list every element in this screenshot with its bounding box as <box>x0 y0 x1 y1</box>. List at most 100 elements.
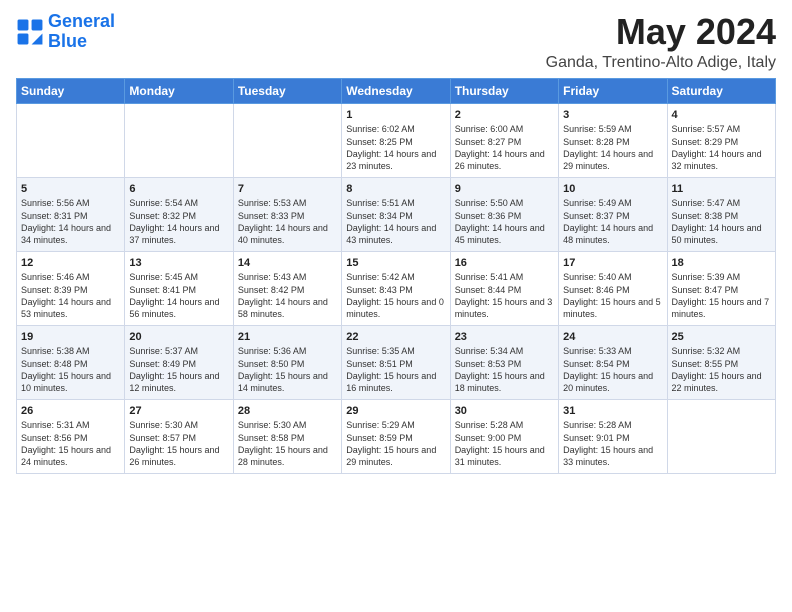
cell-w1-d5: 2Sunrise: 6:00 AM Sunset: 8:27 PM Daylig… <box>450 103 558 177</box>
day-number: 11 <box>672 182 771 197</box>
day-info: Sunrise: 5:30 AM Sunset: 8:58 PM Dayligh… <box>238 419 337 468</box>
day-number: 10 <box>563 182 662 197</box>
day-info: Sunrise: 5:54 AM Sunset: 8:32 PM Dayligh… <box>129 197 228 246</box>
col-thursday: Thursday <box>450 78 558 103</box>
day-number: 25 <box>672 330 771 345</box>
day-number: 3 <box>563 108 662 123</box>
cell-w5-d5: 30Sunrise: 5:28 AM Sunset: 9:00 PM Dayli… <box>450 399 558 473</box>
day-number: 8 <box>346 182 445 197</box>
day-number: 29 <box>346 404 445 419</box>
cell-w5-d3: 28Sunrise: 5:30 AM Sunset: 8:58 PM Dayli… <box>233 399 341 473</box>
day-number: 20 <box>129 330 228 345</box>
header-row: General Blue May 2024 Ganda, Trentino-Al… <box>16 12 776 72</box>
cell-w1-d6: 3Sunrise: 5:59 AM Sunset: 8:28 PM Daylig… <box>559 103 667 177</box>
day-number: 31 <box>563 404 662 419</box>
day-info: Sunrise: 5:51 AM Sunset: 8:34 PM Dayligh… <box>346 197 445 246</box>
day-number: 21 <box>238 330 337 345</box>
cell-w2-d7: 11Sunrise: 5:47 AM Sunset: 8:38 PM Dayli… <box>667 177 775 251</box>
logo-text: General Blue <box>48 12 115 52</box>
day-info: Sunrise: 5:33 AM Sunset: 8:54 PM Dayligh… <box>563 345 662 394</box>
cell-w2-d2: 6Sunrise: 5:54 AM Sunset: 8:32 PM Daylig… <box>125 177 233 251</box>
week-row-3: 12Sunrise: 5:46 AM Sunset: 8:39 PM Dayli… <box>17 251 776 325</box>
day-info: Sunrise: 5:49 AM Sunset: 8:37 PM Dayligh… <box>563 197 662 246</box>
title-block: May 2024 Ganda, Trentino-Alto Adige, Ita… <box>546 12 776 72</box>
day-info: Sunrise: 5:32 AM Sunset: 8:55 PM Dayligh… <box>672 345 771 394</box>
day-number: 19 <box>21 330 120 345</box>
cell-w4-d3: 21Sunrise: 5:36 AM Sunset: 8:50 PM Dayli… <box>233 325 341 399</box>
cell-w1-d1 <box>17 103 125 177</box>
cell-w3-d4: 15Sunrise: 5:42 AM Sunset: 8:43 PM Dayli… <box>342 251 450 325</box>
day-info: Sunrise: 5:56 AM Sunset: 8:31 PM Dayligh… <box>21 197 120 246</box>
cell-w5-d7 <box>667 399 775 473</box>
main-container: General Blue May 2024 Ganda, Trentino-Al… <box>0 0 792 482</box>
week-row-2: 5Sunrise: 5:56 AM Sunset: 8:31 PM Daylig… <box>17 177 776 251</box>
day-info: Sunrise: 6:00 AM Sunset: 8:27 PM Dayligh… <box>455 123 554 172</box>
day-number: 27 <box>129 404 228 419</box>
col-monday: Monday <box>125 78 233 103</box>
col-sunday: Sunday <box>17 78 125 103</box>
cell-w3-d6: 17Sunrise: 5:40 AM Sunset: 8:46 PM Dayli… <box>559 251 667 325</box>
col-tuesday: Tuesday <box>233 78 341 103</box>
day-number: 15 <box>346 256 445 271</box>
day-number: 13 <box>129 256 228 271</box>
day-info: Sunrise: 5:29 AM Sunset: 8:59 PM Dayligh… <box>346 419 445 468</box>
day-number: 22 <box>346 330 445 345</box>
day-number: 12 <box>21 256 120 271</box>
day-info: Sunrise: 5:43 AM Sunset: 8:42 PM Dayligh… <box>238 271 337 320</box>
day-number: 6 <box>129 182 228 197</box>
day-info: Sunrise: 5:30 AM Sunset: 8:57 PM Dayligh… <box>129 419 228 468</box>
col-wednesday: Wednesday <box>342 78 450 103</box>
subtitle: Ganda, Trentino-Alto Adige, Italy <box>546 54 776 72</box>
day-number: 17 <box>563 256 662 271</box>
cell-w3-d7: 18Sunrise: 5:39 AM Sunset: 8:47 PM Dayli… <box>667 251 775 325</box>
day-number: 9 <box>455 182 554 197</box>
day-number: 4 <box>672 108 771 123</box>
day-info: Sunrise: 5:57 AM Sunset: 8:29 PM Dayligh… <box>672 123 771 172</box>
cell-w5-d6: 31Sunrise: 5:28 AM Sunset: 9:01 PM Dayli… <box>559 399 667 473</box>
day-info: Sunrise: 6:02 AM Sunset: 8:25 PM Dayligh… <box>346 123 445 172</box>
day-number: 23 <box>455 330 554 345</box>
cell-w2-d3: 7Sunrise: 5:53 AM Sunset: 8:33 PM Daylig… <box>233 177 341 251</box>
day-info: Sunrise: 5:46 AM Sunset: 8:39 PM Dayligh… <box>21 271 120 320</box>
cell-w5-d4: 29Sunrise: 5:29 AM Sunset: 8:59 PM Dayli… <box>342 399 450 473</box>
week-row-1: 1Sunrise: 6:02 AM Sunset: 8:25 PM Daylig… <box>17 103 776 177</box>
day-info: Sunrise: 5:53 AM Sunset: 8:33 PM Dayligh… <box>238 197 337 246</box>
cell-w1-d2 <box>125 103 233 177</box>
day-info: Sunrise: 5:28 AM Sunset: 9:01 PM Dayligh… <box>563 419 662 468</box>
day-info: Sunrise: 5:35 AM Sunset: 8:51 PM Dayligh… <box>346 345 445 394</box>
cell-w4-d2: 20Sunrise: 5:37 AM Sunset: 8:49 PM Dayli… <box>125 325 233 399</box>
day-number: 30 <box>455 404 554 419</box>
header-row-days: Sunday Monday Tuesday Wednesday Thursday… <box>17 78 776 103</box>
cell-w5-d1: 26Sunrise: 5:31 AM Sunset: 8:56 PM Dayli… <box>17 399 125 473</box>
day-info: Sunrise: 5:42 AM Sunset: 8:43 PM Dayligh… <box>346 271 445 320</box>
cell-w1-d3 <box>233 103 341 177</box>
cell-w3-d3: 14Sunrise: 5:43 AM Sunset: 8:42 PM Dayli… <box>233 251 341 325</box>
cell-w4-d5: 23Sunrise: 5:34 AM Sunset: 8:53 PM Dayli… <box>450 325 558 399</box>
day-number: 7 <box>238 182 337 197</box>
day-number: 28 <box>238 404 337 419</box>
week-row-5: 26Sunrise: 5:31 AM Sunset: 8:56 PM Dayli… <box>17 399 776 473</box>
day-info: Sunrise: 5:37 AM Sunset: 8:49 PM Dayligh… <box>129 345 228 394</box>
day-number: 26 <box>21 404 120 419</box>
day-info: Sunrise: 5:39 AM Sunset: 8:47 PM Dayligh… <box>672 271 771 320</box>
day-number: 24 <box>563 330 662 345</box>
cell-w3-d1: 12Sunrise: 5:46 AM Sunset: 8:39 PM Dayli… <box>17 251 125 325</box>
cell-w1-d4: 1Sunrise: 6:02 AM Sunset: 8:25 PM Daylig… <box>342 103 450 177</box>
day-number: 16 <box>455 256 554 271</box>
day-info: Sunrise: 5:41 AM Sunset: 8:44 PM Dayligh… <box>455 271 554 320</box>
cell-w4-d1: 19Sunrise: 5:38 AM Sunset: 8:48 PM Dayli… <box>17 325 125 399</box>
cell-w4-d4: 22Sunrise: 5:35 AM Sunset: 8:51 PM Dayli… <box>342 325 450 399</box>
calendar-table: Sunday Monday Tuesday Wednesday Thursday… <box>16 78 776 474</box>
day-info: Sunrise: 5:50 AM Sunset: 8:36 PM Dayligh… <box>455 197 554 246</box>
cell-w4-d6: 24Sunrise: 5:33 AM Sunset: 8:54 PM Dayli… <box>559 325 667 399</box>
logo-icon <box>16 18 44 46</box>
cell-w1-d7: 4Sunrise: 5:57 AM Sunset: 8:29 PM Daylig… <box>667 103 775 177</box>
day-info: Sunrise: 5:28 AM Sunset: 9:00 PM Dayligh… <box>455 419 554 468</box>
day-info: Sunrise: 5:31 AM Sunset: 8:56 PM Dayligh… <box>21 419 120 468</box>
day-number: 1 <box>346 108 445 123</box>
day-info: Sunrise: 5:40 AM Sunset: 8:46 PM Dayligh… <box>563 271 662 320</box>
day-info: Sunrise: 5:34 AM Sunset: 8:53 PM Dayligh… <box>455 345 554 394</box>
cell-w2-d1: 5Sunrise: 5:56 AM Sunset: 8:31 PM Daylig… <box>17 177 125 251</box>
day-info: Sunrise: 5:38 AM Sunset: 8:48 PM Dayligh… <box>21 345 120 394</box>
week-row-4: 19Sunrise: 5:38 AM Sunset: 8:48 PM Dayli… <box>17 325 776 399</box>
